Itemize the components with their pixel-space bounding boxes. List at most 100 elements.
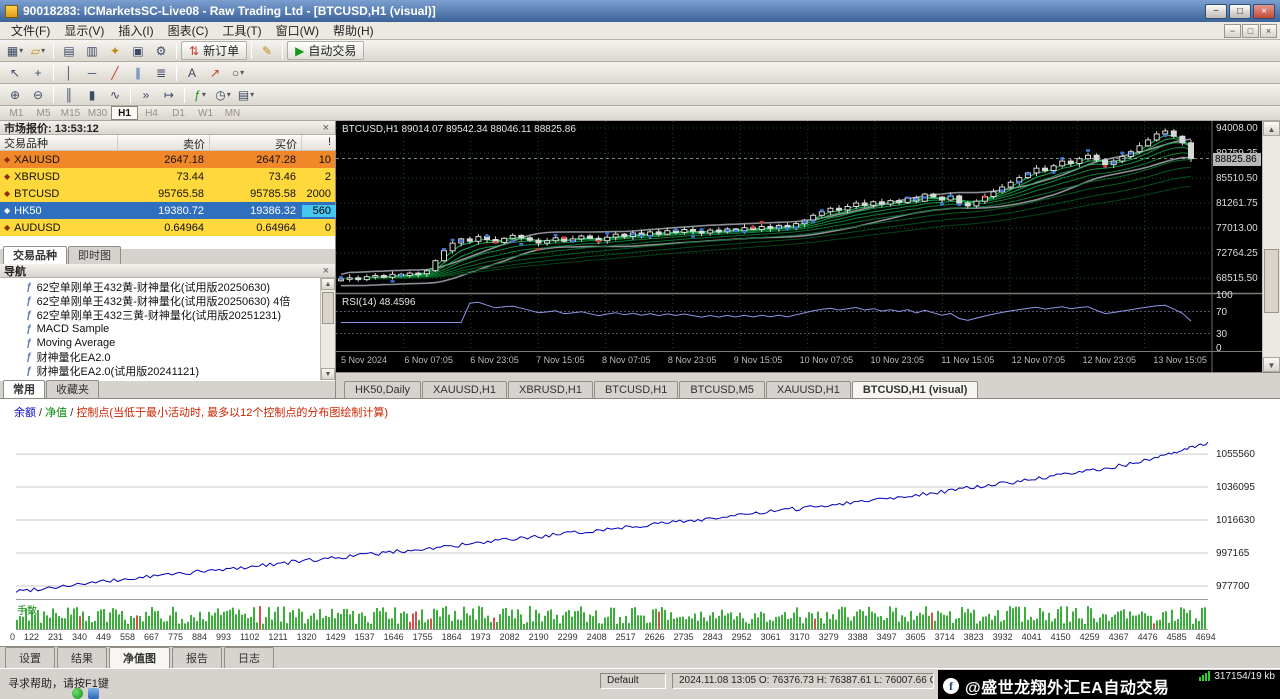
chart-tab[interactable]: XAUUSD,H1 <box>766 381 851 398</box>
scroll-up-icon[interactable]: ▲ <box>321 278 335 290</box>
toolbar-separator <box>53 65 54 81</box>
menu-item[interactable]: 显示(V) <box>57 21 111 40</box>
navigator-item[interactable]: ƒ 62空单刚单王432三黄-财神量化(试用版20251231) <box>0 308 335 322</box>
scrollbar-thumb[interactable] <box>322 292 334 324</box>
auto-scroll-button[interactable]: » <box>135 85 157 104</box>
vertical-line-button[interactable]: │ <box>58 63 80 82</box>
period-button[interactable]: M1 <box>3 106 30 120</box>
close-icon[interactable]: × <box>321 266 331 276</box>
chart-vertical-scrollbar[interactable]: ▲ ▼ <box>1262 121 1280 372</box>
navigator-item[interactable]: ƒ Moving Average <box>0 336 335 350</box>
menu-item[interactable]: 窗口(W) <box>269 21 326 40</box>
navigator-item[interactable]: ƒ 财神量化EA2.0(试用版20241121) <box>0 364 335 378</box>
toolbar-separator <box>176 65 177 81</box>
market-watch-row[interactable]: ◆XAUUSD 2647.18 2647.28 10 <box>0 151 335 168</box>
chart-tab[interactable]: BTCUSD,M5 <box>679 381 765 398</box>
arrows-button[interactable]: ↗ <box>204 63 226 82</box>
menu-item[interactable]: 图表(C) <box>161 21 216 40</box>
market-watch-tab[interactable]: 即时图 <box>68 246 121 264</box>
price-chart[interactable] <box>336 121 1262 372</box>
close-icon[interactable]: × <box>321 123 331 133</box>
menu-item[interactable]: 插入(I) <box>111 21 160 40</box>
period-button[interactable]: W1 <box>192 106 219 120</box>
period-button[interactable]: MN <box>219 106 246 120</box>
market-watch-title: 市场报价: 13:53:12 <box>4 120 99 136</box>
ask-price: 95785.58 <box>210 188 302 200</box>
tester-tab[interactable]: 日志 <box>224 647 274 669</box>
period-button[interactable]: M5 <box>30 106 57 120</box>
chart-tab[interactable]: XAUUSD,H1 <box>422 381 507 398</box>
scroll-down-icon[interactable]: ▼ <box>321 368 335 380</box>
minimize-button[interactable]: − <box>1205 4 1227 19</box>
trendline-button[interactable]: ╱ <box>104 63 126 82</box>
tester-tab[interactable]: 报告 <box>172 647 222 669</box>
market-watch-row[interactable]: ◆AUDUSD 0.64964 0.64964 0 <box>0 219 335 236</box>
navigator-tab[interactable]: 收藏夹 <box>46 380 99 398</box>
close-button[interactable]: × <box>1253 4 1275 19</box>
metaeditor-button[interactable]: ✎ <box>256 41 278 60</box>
market-watch-row[interactable]: ◆BTCUSD 95765.58 95785.58 2000 <box>0 185 335 202</box>
navigator-item[interactable]: ƒ 62空单刚单王432黄-财神量化(试用版20250630) <box>0 280 335 294</box>
new-chart-button[interactable]: ▦▾ <box>4 41 26 60</box>
tester-tab[interactable]: 净值图 <box>109 647 170 669</box>
navigator-tab[interactable]: 常用 <box>3 380 45 398</box>
market-watch-row[interactable]: ◆XBRUSD 73.44 73.46 2 <box>0 168 335 185</box>
period-button[interactable]: D1 <box>165 106 192 120</box>
tester-tab[interactable]: 设置 <box>5 647 55 669</box>
menu-item[interactable]: 文件(F) <box>4 21 57 40</box>
child-restore-button[interactable]: □ <box>1242 24 1259 38</box>
chart-tab[interactable]: XBRUSD,H1 <box>508 381 593 398</box>
taskbar-icon[interactable] <box>72 688 83 699</box>
chart-tab[interactable]: BTCUSD,H1 (visual) <box>852 381 979 398</box>
period-button[interactable]: H1 <box>111 106 138 120</box>
candlestick-chart-button[interactable]: ▮ <box>81 85 103 104</box>
fibonacci-button[interactable]: ≣ <box>150 63 172 82</box>
menu-item[interactable]: 帮助(H) <box>326 21 381 40</box>
zoom-in-button[interactable]: ⊕ <box>4 85 26 104</box>
period-button[interactable]: H4 <box>138 106 165 120</box>
text-label-button[interactable]: A <box>181 63 203 82</box>
period-button[interactable]: M30 <box>84 106 111 120</box>
market-watch-tab[interactable]: 交易品种 <box>3 246 67 264</box>
data-window-button[interactable]: ▥ <box>81 41 103 60</box>
line-chart-button[interactable]: ∿ <box>104 85 126 104</box>
new-order-button[interactable]: ⇅新订单 <box>181 41 247 60</box>
navigator-item[interactable]: ƒ MACD Sample <box>0 322 335 336</box>
autotrading-button[interactable]: ▶自动交易 <box>287 41 364 60</box>
chart-shift-button[interactable]: ↦ <box>158 85 180 104</box>
shapes-button[interactable]: ○▾ <box>227 63 249 82</box>
scrollbar-thumb[interactable] <box>1264 249 1279 313</box>
crosshair-button[interactable]: + <box>27 63 49 82</box>
strategy-tester-button[interactable]: ⚙ <box>150 41 172 60</box>
indicators-button[interactable]: ƒ▾ <box>189 85 211 104</box>
maximize-button[interactable]: □ <box>1229 4 1251 19</box>
scroll-down-icon[interactable]: ▼ <box>1263 357 1280 372</box>
zoom-out-button[interactable]: ⊖ <box>27 85 49 104</box>
profiles-button[interactable]: ▱▾ <box>27 41 49 60</box>
balance-graph[interactable] <box>0 399 1280 647</box>
market-watch-row[interactable]: ◆HK50 19380.72 19386.32 560 <box>0 202 335 219</box>
taskbar-icon[interactable] <box>88 688 99 699</box>
navigator-item[interactable]: ƒ 财神量化EA2.0 <box>0 350 335 364</box>
cursor-button[interactable]: ↖ <box>4 63 26 82</box>
chart-tab[interactable]: BTCUSD,H1 <box>594 381 678 398</box>
tester-tab[interactable]: 结果 <box>57 647 107 669</box>
menu-item[interactable]: 工具(T) <box>215 21 268 40</box>
channel-button[interactable]: ∥ <box>127 63 149 82</box>
navigator-item[interactable]: ƒ 62空单刚单王432黄-财神量化(试用版20250630) 4倍 <box>0 294 335 308</box>
period-button[interactable]: M15 <box>57 106 84 120</box>
horizontal-line-button[interactable]: ─ <box>81 63 103 82</box>
terminal-button[interactable]: ▣ <box>127 41 149 60</box>
market-watch-button[interactable]: ▤ <box>58 41 80 60</box>
child-minimize-button[interactable]: − <box>1224 24 1241 38</box>
chart-tab[interactable]: HK50,Daily <box>344 381 421 398</box>
scroll-up-icon[interactable]: ▲ <box>1263 121 1280 136</box>
templates-button[interactable]: ▤▾ <box>235 85 257 104</box>
time-axis-label: 12 Nov 23:05 <box>1082 355 1136 365</box>
child-close-button[interactable]: × <box>1260 24 1277 38</box>
navigator-scrollbar[interactable]: ▲ ▼ <box>320 278 335 380</box>
periods-button[interactable]: ◷▾ <box>212 85 234 104</box>
trades-axis-label: 231 <box>48 632 63 642</box>
navigator-button[interactable]: ✦ <box>104 41 126 60</box>
bar-chart-button[interactable]: ║ <box>58 85 80 104</box>
